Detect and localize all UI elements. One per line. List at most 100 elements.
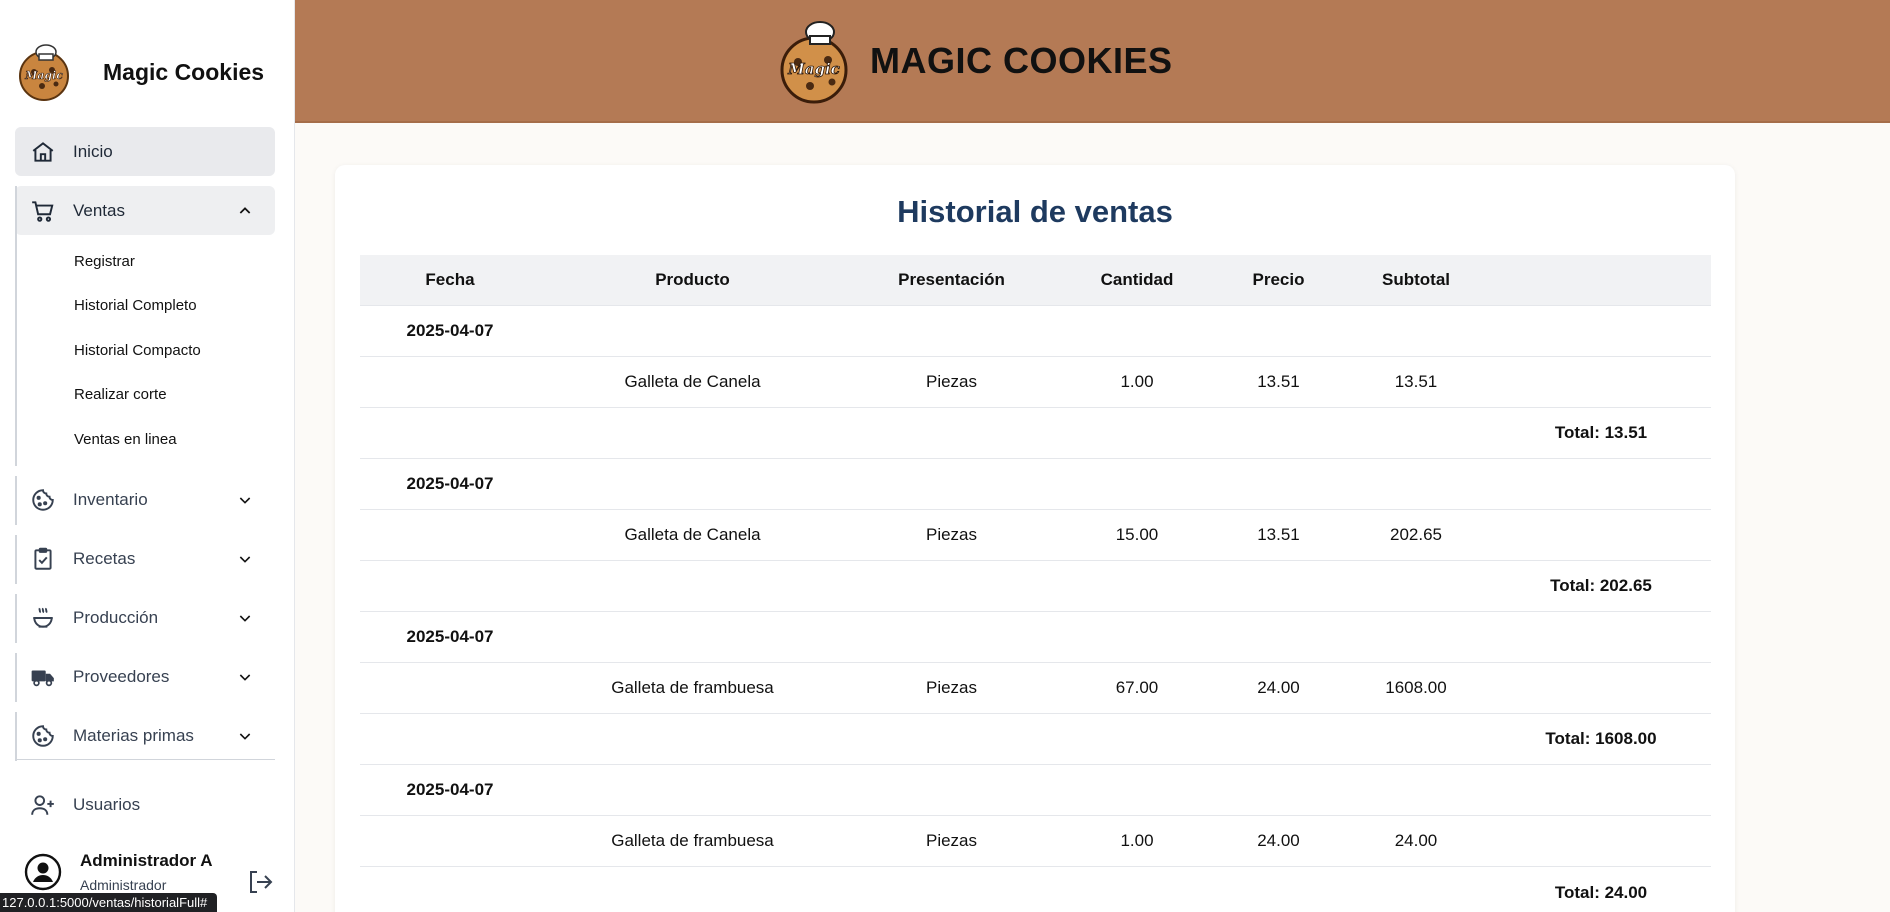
date-cell: 2025-04-07: [406, 627, 494, 646]
cookie-logo-icon[interactable]: Magic: [14, 42, 74, 102]
submenu-registrar[interactable]: Registrar: [74, 239, 275, 284]
total-row: Total: 202.65: [360, 561, 1711, 612]
divider: [15, 759, 275, 760]
sidebar-item-label: Inventario: [73, 490, 148, 509]
quantity-cell: 1.00: [1120, 831, 1154, 850]
table-header: Fecha Producto Presentación Cantidad Pre…: [360, 255, 1711, 306]
group-rail: [15, 186, 17, 466]
product-cell: Galleta de frambuesa: [611, 831, 774, 850]
sidebar-item-produccion[interactable]: Producción: [15, 594, 275, 643]
materias-group: Materias primas: [15, 711, 275, 761]
chevron-down-icon: [235, 608, 255, 628]
user-role: Administrador: [80, 877, 167, 893]
ventas-submenu: Registrar Historial Completo Historial C…: [15, 235, 275, 466]
sidebar-item-usuarios[interactable]: Usuarios: [15, 780, 275, 829]
sidebar-nav: Inicio Ventas Registrar Historial Comple…: [15, 127, 275, 761]
column-header-cantidad: Cantidad: [1100, 270, 1174, 289]
sidebar-item-label: Usuarios: [73, 794, 141, 814]
inventario-group: Inventario: [15, 475, 275, 525]
presentation-cell: Piezas: [925, 372, 978, 391]
sidebar-item-proveedores[interactable]: Proveedores: [15, 653, 275, 702]
presentation-cell: Piezas: [925, 525, 978, 544]
quantity-cell: 15.00: [1115, 525, 1159, 544]
header-title: MAGIC COOKIES: [870, 40, 1173, 81]
user-card: Administrador A Administrador: [24, 848, 274, 896]
sidebar-item-inicio[interactable]: Inicio: [15, 127, 275, 176]
user-info: Administrador A Administrador: [80, 851, 213, 893]
sidebar-item-ventas[interactable]: Ventas: [15, 186, 275, 235]
svg-text:Magic: Magic: [24, 69, 63, 82]
status-bar-url: 127.0.0.1:5000/ventas/historialFull#: [0, 893, 218, 912]
total-cell: Total: 13.51: [1554, 423, 1648, 442]
ventas-group: Ventas Registrar Historial Completo Hist…: [15, 186, 275, 466]
column-header-producto: Producto: [655, 270, 730, 289]
sidebar-item-label: Materias primas: [73, 726, 194, 745]
sidebar: Magic Magic Cookies Inicio Ventas Regist…: [0, 0, 295, 912]
date-row: 2025-04-07: [360, 459, 1711, 510]
group-rail: [15, 593, 17, 643]
table-row: Galleta de Canela Piezas 15.00 13.51 202…: [360, 510, 1711, 561]
sidebar-item-label: Producción: [73, 608, 159, 627]
page-title: Historial de ventas: [897, 194, 1173, 229]
quantity-cell: 67.00: [1115, 678, 1159, 697]
cart-icon: [29, 197, 57, 225]
svg-text:Magic: Magic: [787, 60, 840, 78]
brand: Magic Magic Cookies: [0, 0, 294, 144]
table-row: Galleta de frambuesa Piezas 67.00 24.00 …: [360, 663, 1711, 714]
submenu-ventas-en-linea[interactable]: Ventas en linea: [74, 417, 275, 462]
chevron-up-icon: [235, 201, 255, 221]
users-nav: Usuarios: [15, 780, 275, 829]
cookie-icon: [29, 722, 57, 750]
price-cell: 13.51: [1257, 372, 1300, 391]
user-plus-icon: [29, 791, 57, 819]
sidebar-item-materias-primas[interactable]: Materias primas: [15, 712, 275, 761]
sidebar-item-recetas[interactable]: Recetas: [15, 535, 275, 584]
group-rail: [15, 711, 17, 761]
chevron-down-icon: [235, 490, 255, 510]
subtotal-cell: 1608.00: [1385, 678, 1447, 697]
date-row: 2025-04-07: [360, 765, 1711, 816]
chevron-down-icon: [235, 549, 255, 569]
submenu-historial-completo[interactable]: Historial Completo: [74, 284, 275, 329]
brand-name: Magic Cookies: [103, 58, 265, 85]
subtotal-cell: 202.65: [1390, 525, 1442, 544]
proveedores-group: Proveedores: [15, 652, 275, 702]
submenu-historial-compacto[interactable]: Historial Compacto: [74, 328, 275, 373]
column-header-fecha: Fecha: [425, 270, 475, 289]
table-row: Galleta de frambuesa Piezas 1.00 24.00 2…: [360, 816, 1711, 867]
sidebar-item-label: Inicio: [73, 141, 113, 161]
price-cell: 24.00: [1257, 831, 1300, 850]
cookie-logo-icon[interactable]: Magic: [774, 18, 854, 104]
date-cell: 2025-04-07: [406, 474, 494, 493]
top-header: Magic MAGIC COOKIES: [295, 0, 1890, 123]
total-row: Total: 24.00: [360, 867, 1711, 912]
table-row: Galleta de Canela Piezas 1.00 13.51 13.5…: [360, 357, 1711, 408]
sales-history-card: Historial de ventas Fecha Producto Prese…: [335, 165, 1735, 912]
chevron-down-icon: [235, 726, 255, 746]
home-icon: [29, 138, 57, 166]
date-row: 2025-04-07: [360, 612, 1711, 663]
group-rail: [15, 534, 17, 584]
product-cell: Galleta de frambuesa: [611, 678, 774, 697]
date-cell: 2025-04-07: [406, 780, 494, 799]
presentation-cell: Piezas: [925, 831, 978, 850]
bowl-steam-icon: [29, 604, 57, 632]
submenu-realizar-corte[interactable]: Realizar corte: [74, 373, 275, 418]
presentation-cell: Piezas: [925, 678, 978, 697]
subtotal-cell: 24.00: [1394, 831, 1438, 850]
logout-icon[interactable]: [246, 868, 274, 896]
date-cell: 2025-04-07: [406, 321, 494, 340]
chevron-down-icon: [235, 667, 255, 687]
clipboard-check-icon: [29, 545, 57, 573]
total-row: Total: 13.51: [360, 408, 1711, 459]
date-row: 2025-04-07: [360, 306, 1711, 357]
price-cell: 24.00: [1257, 678, 1300, 697]
total-row: Total: 1608.00: [360, 714, 1711, 765]
quantity-cell: 1.00: [1120, 372, 1154, 391]
cookie-icon: [29, 486, 57, 514]
column-header-subtotal: Subtotal: [1382, 270, 1450, 289]
group-rail: [15, 652, 17, 702]
sidebar-item-inventario[interactable]: Inventario: [15, 476, 275, 525]
sidebar-item-label: Recetas: [73, 549, 136, 568]
column-header-precio: Precio: [1252, 270, 1305, 289]
